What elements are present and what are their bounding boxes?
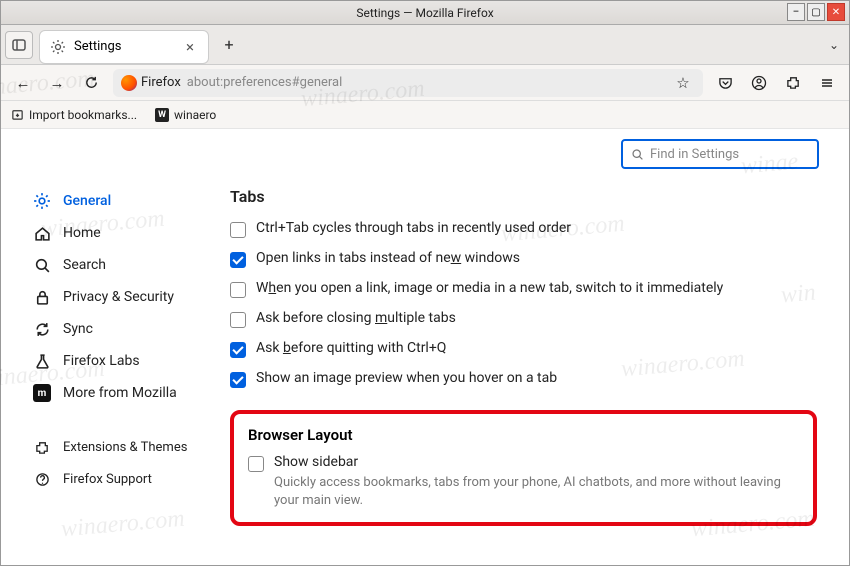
extensions-button[interactable] bbox=[781, 71, 805, 95]
section-browser-layout-heading: Browser Layout bbox=[248, 426, 799, 444]
nav-general[interactable]: General bbox=[33, 185, 226, 217]
search-icon bbox=[33, 256, 51, 274]
pref-hover-preview[interactable]: Show an image preview when you hover on … bbox=[230, 364, 817, 394]
section-tabs-heading: Tabs bbox=[230, 187, 817, 206]
site-identity[interactable]: Firefox bbox=[121, 75, 181, 91]
nav-sync[interactable]: Sync bbox=[33, 313, 226, 345]
pref-switch-immediately[interactable]: When you open a link, image or media in … bbox=[230, 274, 817, 304]
winaero-favicon: W bbox=[155, 108, 169, 122]
firefox-icon bbox=[121, 75, 137, 91]
reload-icon bbox=[84, 75, 99, 90]
nav-labs[interactable]: Firefox Labs bbox=[33, 345, 226, 377]
settings-search-input[interactable]: Find in Settings bbox=[621, 139, 819, 169]
tabs-dropdown-button[interactable]: ⌄ bbox=[829, 38, 839, 52]
pocket-icon bbox=[718, 75, 733, 90]
sidebar-toggle-button[interactable] bbox=[5, 31, 33, 59]
tab-label: Settings bbox=[74, 39, 182, 54]
pref-open-links-in-tabs[interactable]: Open links in tabs instead of new window… bbox=[230, 244, 817, 274]
search-icon bbox=[631, 148, 644, 161]
window-titlebar: Settings — Mozilla Firefox – ▢ ✕ bbox=[1, 1, 849, 25]
nav-toolbar: ← → Firefox about:preferences#general ☆ bbox=[1, 65, 849, 101]
maximize-button[interactable]: ▢ bbox=[807, 3, 825, 21]
checkbox[interactable] bbox=[230, 372, 246, 388]
nav-support[interactable]: Firefox Support bbox=[33, 463, 226, 495]
new-tab-button[interactable]: + bbox=[215, 31, 243, 59]
account-icon bbox=[751, 75, 767, 91]
app-menu-button[interactable] bbox=[815, 71, 839, 95]
gear-icon bbox=[33, 192, 51, 210]
forward-button[interactable]: → bbox=[45, 71, 69, 95]
home-icon bbox=[33, 224, 51, 242]
checkbox[interactable] bbox=[230, 312, 246, 328]
bookmark-star-button[interactable]: ☆ bbox=[671, 71, 695, 95]
pref-ctrl-tab[interactable]: Ctrl+Tab cycles through tabs in recently… bbox=[230, 214, 817, 244]
settings-content: General Home Search Privacy & Security S… bbox=[1, 129, 849, 565]
nav-privacy[interactable]: Privacy & Security bbox=[33, 281, 226, 313]
pref-ask-close-multiple[interactable]: Ask before closing multiple tabs bbox=[230, 304, 817, 334]
pref-ask-before-quitting[interactable]: Ask before quitting with Ctrl+Q bbox=[230, 334, 817, 364]
lock-icon bbox=[33, 288, 51, 306]
url-text: about:preferences#general bbox=[187, 75, 343, 90]
puzzle-icon bbox=[33, 438, 51, 456]
close-window-button[interactable]: ✕ bbox=[827, 3, 845, 21]
flask-icon bbox=[33, 352, 51, 370]
show-sidebar-description: Quickly access bookmarks, tabs from your… bbox=[274, 474, 799, 510]
bookmarks-toolbar: Import bookmarks... W winaero bbox=[1, 101, 849, 129]
checkbox[interactable] bbox=[230, 252, 246, 268]
account-button[interactable] bbox=[747, 71, 771, 95]
minimize-button[interactable]: – bbox=[787, 3, 805, 21]
import-icon bbox=[11, 108, 24, 121]
import-bookmarks-button[interactable]: Import bookmarks... bbox=[11, 108, 137, 122]
bookmark-winaero[interactable]: W winaero bbox=[155, 108, 216, 122]
hamburger-icon bbox=[820, 76, 834, 90]
tab-strip: Settings × + ⌄ bbox=[1, 25, 849, 65]
window-title: Settings — Mozilla Firefox bbox=[356, 6, 493, 20]
url-bar[interactable]: Firefox about:preferences#general ☆ bbox=[113, 69, 703, 97]
settings-pane: Find in Settings Tabs Ctrl+Tab cycles th… bbox=[226, 129, 849, 565]
gear-icon bbox=[50, 39, 66, 55]
panel-icon bbox=[12, 38, 26, 52]
puzzle-icon bbox=[786, 75, 801, 90]
nav-home[interactable]: Home bbox=[33, 217, 226, 249]
reload-button[interactable] bbox=[79, 71, 103, 95]
back-button[interactable]: ← bbox=[11, 71, 35, 95]
tab-close-button[interactable]: × bbox=[182, 38, 198, 56]
checkbox[interactable] bbox=[248, 456, 264, 472]
checkbox[interactable] bbox=[230, 222, 246, 238]
mozilla-icon: m bbox=[33, 384, 51, 402]
browser-layout-highlight: Browser Layout Show sidebar Quickly acce… bbox=[230, 410, 817, 526]
nav-more-mozilla[interactable]: m More from Mozilla bbox=[33, 377, 226, 409]
pocket-button[interactable] bbox=[713, 71, 737, 95]
nav-extensions[interactable]: Extensions & Themes bbox=[33, 431, 226, 463]
sync-icon bbox=[33, 320, 51, 338]
question-icon bbox=[33, 470, 51, 488]
pref-show-sidebar[interactable]: Show sidebar bbox=[248, 454, 799, 472]
tab-settings[interactable]: Settings × bbox=[39, 30, 209, 64]
checkbox[interactable] bbox=[230, 282, 246, 298]
checkbox[interactable] bbox=[230, 342, 246, 358]
settings-nav: General Home Search Privacy & Security S… bbox=[1, 129, 226, 565]
nav-search[interactable]: Search bbox=[33, 249, 226, 281]
